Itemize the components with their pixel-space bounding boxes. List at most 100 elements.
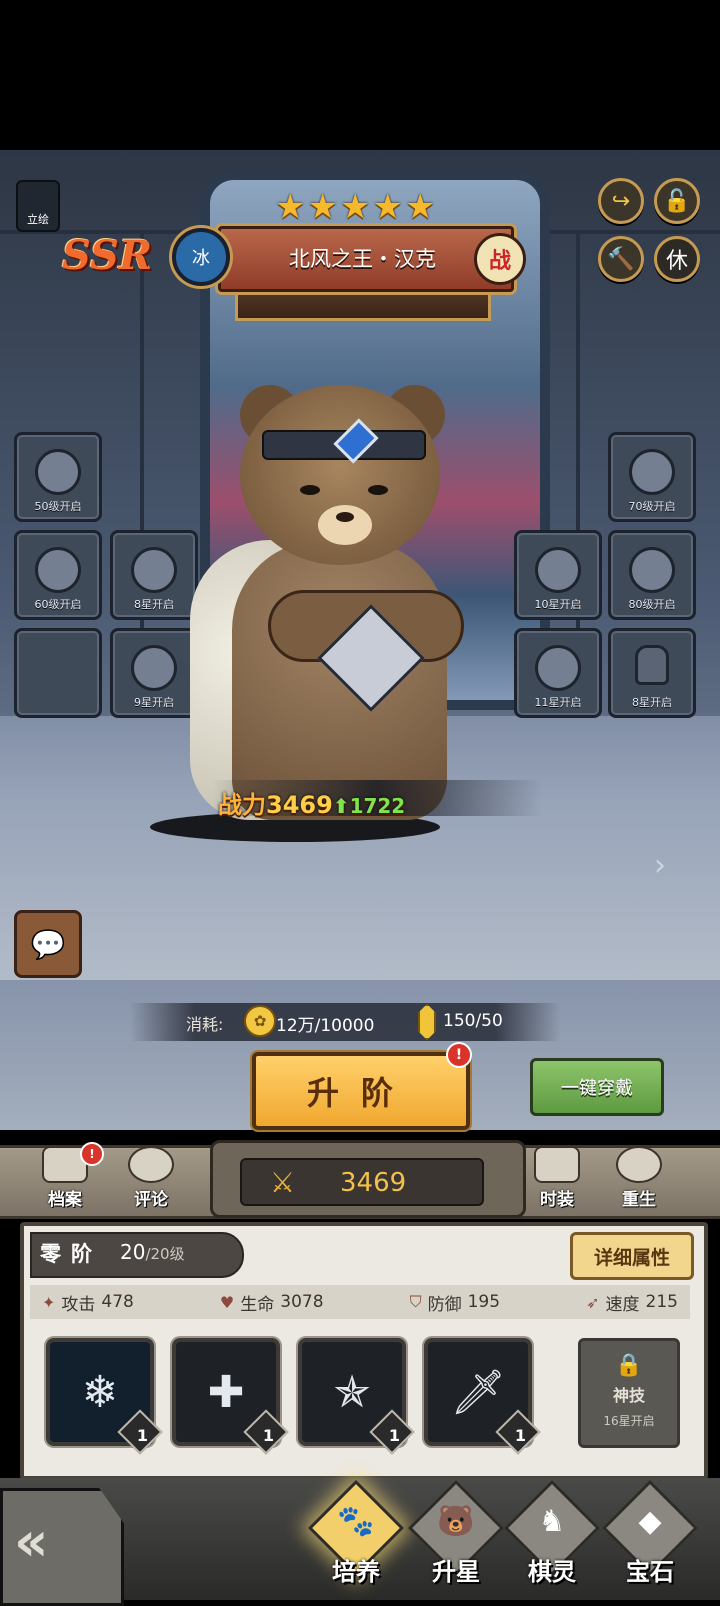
attr-hp: ♥ 生命 3078 <box>220 1290 324 1315</box>
lock-icon: 🔒 <box>615 1353 643 1378</box>
rebirth-button[interactable]: 重生 <box>604 1146 674 1210</box>
slot-unlock-label: 11星开启 <box>534 696 582 709</box>
rarity-badge: SSR <box>62 232 153 279</box>
skill-level: 1 <box>262 1426 274 1445</box>
equip-slot-gem[interactable]: 11星开启 <box>514 628 602 718</box>
crystal-cost: 150/50 <box>443 1011 503 1031</box>
equip-slot-locked[interactable]: 8星开启 <box>608 628 696 718</box>
chat-button[interactable]: 💬 <box>14 910 82 978</box>
tab-star-up[interactable]: 🐻 升星 <box>407 1479 505 1592</box>
skill-slot-1[interactable]: ❄ 1 <box>46 1338 163 1455</box>
tab-label: 宝石 <box>626 1558 674 1586</box>
divine-skill-locked[interactable]: 🔒 神技 16星开启 <box>578 1338 680 1448</box>
stage-level: 20/20级 <box>120 1240 185 1264</box>
skill-level: 1 <box>136 1426 148 1445</box>
attr-label: 生命 <box>240 1294 275 1315</box>
shield-icon: ⛉ <box>409 1292 422 1311</box>
tab-gem[interactable]: ◆ 宝石 <box>601 1479 699 1592</box>
attr-value: 195 <box>467 1292 501 1312</box>
armor-icon <box>629 449 675 495</box>
fashion-label: 时装 <box>540 1190 574 1210</box>
hero-name: 北风之王・汉克 <box>289 247 436 271</box>
stage-level-value: 20 <box>120 1240 146 1264</box>
gem-icon <box>535 645 581 691</box>
total-power-value: 3469 <box>340 1168 407 1198</box>
role-badge: 战 <box>474 233 526 285</box>
power-gain-value: 1722 <box>349 794 406 818</box>
equip-slot-helmet[interactable]: 60级开启 <box>14 530 102 620</box>
hero-snout <box>318 505 372 545</box>
equip-slot-cape[interactable]: 50级开启 <box>14 432 102 522</box>
slot-unlock-label: 60级开启 <box>34 598 82 611</box>
hero-eye-left <box>300 485 320 495</box>
fashion-button[interactable]: 时装 <box>522 1146 592 1210</box>
cost-label: 消耗: <box>186 1015 224 1034</box>
speed-icon: ➶ <box>586 1292 600 1312</box>
equip-slot-token[interactable]: 9星开启 <box>110 628 198 718</box>
share-button[interactable]: ↪ <box>598 178 644 224</box>
star-icon: ★ <box>372 187 403 227</box>
necklace-icon <box>535 547 581 593</box>
next-hero-arrow-icon[interactable]: › <box>654 848 666 883</box>
equip-slot-necklace[interactable]: 10星开启 <box>514 530 602 620</box>
power-gain: ⬆1722 <box>333 794 405 818</box>
attack-icon: ✦ <box>42 1292 56 1312</box>
attribute-row: ✦ 攻击 478 ♥ 生命 3078 ⛉ 防御 195 ➶ 速度 215 <box>30 1285 690 1319</box>
stage-name: 零阶 <box>40 1242 102 1266</box>
detail-attributes-button[interactable]: 详细属性 <box>570 1232 694 1280</box>
skill-slot-2[interactable]: ✚ 1 <box>172 1338 289 1455</box>
attr-attack: ✦ 攻击 478 <box>42 1290 134 1315</box>
skill-level: 1 <box>514 1426 526 1445</box>
star-icon: ★ <box>307 187 338 227</box>
heart-icon: ♥ <box>219 1292 235 1312</box>
lock-button[interactable]: 🔓 <box>654 178 700 224</box>
attr-value: 3078 <box>280 1292 324 1312</box>
divine-skill-name: 神技 <box>612 1386 645 1405</box>
share-icon: ↪ <box>611 188 631 214</box>
art-view-button[interactable]: 立绘 <box>16 180 60 232</box>
rebirth-icon <box>616 1146 662 1183</box>
tab-label: 升星 <box>432 1558 480 1586</box>
boots-icon <box>629 547 675 593</box>
advance-rank-label: 升阶 <box>306 1074 415 1112</box>
comment-button[interactable]: 评论 <box>116 1146 186 1210</box>
attr-label: 速度 <box>605 1294 640 1315</box>
slot-unlock-label: 50级开启 <box>34 500 82 513</box>
skill-level: 1 <box>388 1426 400 1445</box>
skill-slot-3[interactable]: ✯ 1 <box>298 1338 415 1455</box>
star-rating: ★ ★ ★ ★ ★ <box>275 190 435 224</box>
divine-skill-requirement: 16星开启 <box>603 1414 655 1428</box>
equip-slot-ring[interactable]: 8星开启 <box>110 530 198 620</box>
skill-slot-4[interactable]: 🗡 1 <box>424 1338 541 1455</box>
advance-rank-button[interactable]: 升阶 <box>252 1052 470 1130</box>
rest-button[interactable]: 休 <box>654 236 700 282</box>
lock-icon <box>635 645 669 685</box>
attr-defense: ⛉ 防御 195 <box>410 1290 500 1315</box>
star-icon: ★ <box>404 187 436 227</box>
slot-unlock-label: 9星开启 <box>134 696 174 709</box>
rebirth-label: 重生 <box>622 1190 656 1210</box>
hero-nose <box>336 512 354 522</box>
comment-icon <box>128 1146 174 1183</box>
cape-icon <box>35 449 81 495</box>
equip-slot-armor[interactable]: 70级开启 <box>608 432 696 522</box>
paw-coin-icon: ✿ <box>244 1005 276 1037</box>
stage-level-max: /20级 <box>145 1245 185 1263</box>
attr-value: 215 <box>645 1292 678 1312</box>
tab-chess-spirit[interactable]: ♞ 棋灵 <box>503 1479 601 1592</box>
equip-slot-boots[interactable]: 80级开启 <box>608 530 696 620</box>
crossed-swords-icon: ⚔ <box>270 1166 296 1199</box>
diamond-icon: ◆ <box>638 1504 662 1539</box>
bear-face-icon: 🐻 <box>437 1504 475 1539</box>
unlock-icon: 🔓 <box>663 188 691 214</box>
equip-slot-empty[interactable] <box>14 628 102 718</box>
tab-label: 培养 <box>332 1558 380 1586</box>
attr-label: 防御 <box>427 1294 462 1315</box>
forge-button[interactable]: 🔨 <box>598 236 644 282</box>
equip-all-button[interactable]: 一键穿戴 <box>530 1058 664 1116</box>
slot-unlock-label: 8星开启 <box>632 696 672 709</box>
tab-train[interactable]: 🐾 培养 <box>307 1479 405 1592</box>
power-label: 战力 <box>218 791 266 819</box>
chat-icon: 💬 <box>30 927 66 961</box>
power-value: 3469 <box>266 791 333 819</box>
